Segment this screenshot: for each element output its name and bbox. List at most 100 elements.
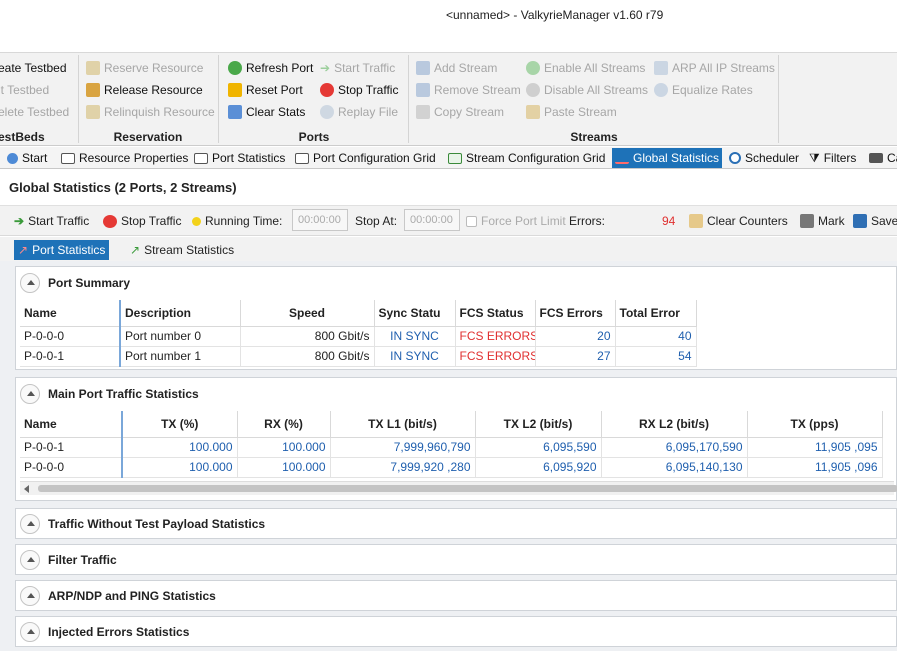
tab-scheduler[interactable]: Scheduler: [726, 148, 802, 168]
lock-icon: [86, 105, 100, 119]
remove-stream-button[interactable]: Remove Stream: [416, 81, 521, 99]
page-title: Global Statistics (2 Ports, 2 Streams): [9, 180, 237, 195]
stop-traffic-button[interactable]: Stop Traffic: [103, 212, 181, 230]
refresh-port-button[interactable]: Refresh Port: [228, 59, 313, 77]
section-header[interactable]: Filter Traffic: [20, 549, 117, 571]
properties-icon: [61, 152, 75, 164]
sub-tab-bar: ↗ Port Statistics ↗ Stream Statistics: [0, 237, 897, 261]
column-header[interactable]: TX L1 (bit/s): [330, 411, 476, 438]
refresh-icon: [228, 61, 242, 75]
clear-stats-button[interactable]: Clear Stats: [228, 103, 305, 121]
add-stream-button[interactable]: Add Stream: [416, 59, 497, 77]
delete-testbed-button[interactable]: elete Testbed: [0, 103, 69, 121]
tab-start[interactable]: Start: [4, 148, 50, 168]
clear-counters-button[interactable]: Clear Counters: [689, 212, 788, 230]
stop-traffic-ribbon-button[interactable]: Stop Traffic: [320, 81, 398, 99]
column-header[interactable]: Name: [20, 411, 123, 438]
running-time-field[interactable]: 00:00:00: [292, 209, 348, 231]
section-header[interactable]: ARP/NDP and PING Statistics: [20, 585, 216, 607]
column-header[interactable]: Total Error: [615, 300, 697, 327]
collapse-icon[interactable]: [20, 384, 40, 404]
start-traffic-button[interactable]: ➔ Start Traffic: [14, 212, 89, 230]
main-tab-bar: Start Resource Properties Port Statistic…: [0, 147, 897, 169]
collapse-icon[interactable]: [20, 586, 40, 606]
scrollbar-thumb[interactable]: [38, 485, 897, 492]
reserve-resource-button[interactable]: Reserve Resource: [86, 59, 203, 77]
page-header: Global Statistics (2 Ports, 2 Streams): [0, 170, 897, 206]
title-bar: <unnamed> - ValkyrieManager v1.60 r79: [0, 0, 897, 52]
create-testbed-button[interactable]: eate Testbed: [0, 59, 67, 77]
total-errors-cell: 40: [615, 326, 697, 347]
column-header[interactable]: Sync Statu: [374, 300, 456, 327]
column-header[interactable]: FCS Status: [455, 300, 536, 327]
errors-count: 94: [662, 214, 676, 228]
mark-button[interactable]: Mark: [800, 212, 845, 230]
scroll-left-icon[interactable]: [24, 485, 29, 493]
stop-icon: [320, 83, 334, 97]
subtab-port-statistics[interactable]: ↗ Port Statistics: [14, 240, 110, 260]
tab-capture[interactable]: Ca: [866, 148, 897, 168]
table-row[interactable]: P-0-0-0 Port number 0 800 Gbit/s IN SYNC…: [20, 326, 697, 347]
column-header[interactable]: Name: [20, 300, 121, 327]
fcs-errors-cell: 20: [535, 326, 616, 347]
column-header[interactable]: FCS Errors: [535, 300, 616, 327]
horizontal-scrollbar[interactable]: [20, 481, 897, 495]
arp-icon: [654, 61, 668, 75]
subtab-stream-statistics[interactable]: ↗ Stream Statistics: [126, 240, 238, 260]
tx-percent-cell: 100.000: [122, 437, 238, 458]
column-header[interactable]: Speed: [240, 300, 375, 327]
section-header[interactable]: Traffic Without Test Payload Statistics: [20, 513, 265, 535]
tab-global-statistics[interactable]: Global Statistics: [612, 148, 723, 168]
column-header[interactable]: RX (%): [237, 411, 331, 438]
column-header[interactable]: TX (pps): [747, 411, 883, 438]
tx-percent-cell: 100.000: [122, 457, 238, 478]
relinquish-resource-button[interactable]: Relinquish Resource: [86, 103, 215, 121]
reset-port-button[interactable]: Reset Port: [228, 81, 303, 99]
port-summary-header[interactable]: Port Summary: [20, 272, 130, 294]
replay-file-button[interactable]: Replay File: [320, 103, 398, 121]
group-testbeds: estBeds: [0, 130, 45, 144]
copy-stream-button[interactable]: Copy Stream: [416, 103, 504, 121]
tab-port-configuration-grid[interactable]: Port Configuration Grid: [292, 148, 439, 168]
tab-filters[interactable]: ⧩ Filters: [806, 148, 859, 168]
arrow-right-icon: ➔: [14, 214, 25, 228]
collapse-icon[interactable]: [20, 514, 40, 534]
release-resource-button[interactable]: Release Resource: [86, 81, 203, 99]
disable-all-streams-button[interactable]: Disable All Streams: [526, 81, 648, 99]
column-header[interactable]: TX L2 (bit/s): [475, 411, 602, 438]
collapse-icon[interactable]: [20, 622, 40, 642]
stop-at-field[interactable]: 00:00:00: [404, 209, 460, 231]
stop-icon: [103, 214, 117, 228]
edit-testbed-button[interactable]: it Testbed: [0, 81, 49, 99]
stop-at-label: Stop At:: [355, 214, 398, 228]
info-icon: [7, 152, 18, 164]
paste-stream-button[interactable]: Paste Stream: [526, 103, 617, 121]
enable-all-streams-button[interactable]: Enable All Streams: [526, 59, 645, 77]
main-traffic-header[interactable]: Main Port Traffic Statistics: [20, 383, 199, 405]
collapse-icon[interactable]: [20, 273, 40, 293]
column-header[interactable]: Description: [120, 300, 241, 327]
section-header[interactable]: Injected Errors Statistics: [20, 621, 189, 643]
start-traffic-ribbon-button[interactable]: ➔ Start Traffic: [320, 59, 395, 77]
equalize-rates-button[interactable]: Equalize Rates: [654, 81, 753, 99]
group-reservation: Reservation: [113, 130, 183, 144]
force-port-limit-checkbox[interactable]: Force Port Limit: [466, 212, 566, 230]
port-summary-table: Name Description Speed Sync Statu FCS St…: [20, 300, 697, 367]
column-header[interactable]: RX L2 (bit/s): [601, 411, 748, 438]
collapse-icon[interactable]: [20, 550, 40, 570]
arp-all-ip-streams-button[interactable]: ARP All IP Streams: [654, 59, 775, 77]
description-cell: Port number 1: [120, 346, 241, 367]
save-button[interactable]: Save: [853, 212, 897, 230]
lock-icon: [86, 61, 100, 75]
tab-port-statistics[interactable]: Port Statistics: [191, 148, 288, 168]
arp-ndp-ping-section: ARP/NDP and PING Statistics: [15, 580, 897, 611]
copy-icon: [416, 105, 430, 119]
table-header-row: Name Description Speed Sync Statu FCS St…: [20, 300, 697, 327]
table-row[interactable]: P-0-0-0 100.000 100.000 7,999,920 ,280 6…: [20, 457, 883, 478]
column-header[interactable]: TX (%): [122, 411, 238, 438]
table-row[interactable]: P-0-0-1 Port number 1 800 Gbit/s IN SYNC…: [20, 346, 697, 367]
tab-resource-properties[interactable]: Resource Properties: [58, 148, 191, 168]
replay-icon: [320, 105, 334, 119]
tab-stream-configuration-grid[interactable]: Stream Configuration Grid: [445, 148, 608, 168]
table-row[interactable]: P-0-0-1 100.000 100.000 7,999,960,790 6,…: [20, 437, 883, 458]
